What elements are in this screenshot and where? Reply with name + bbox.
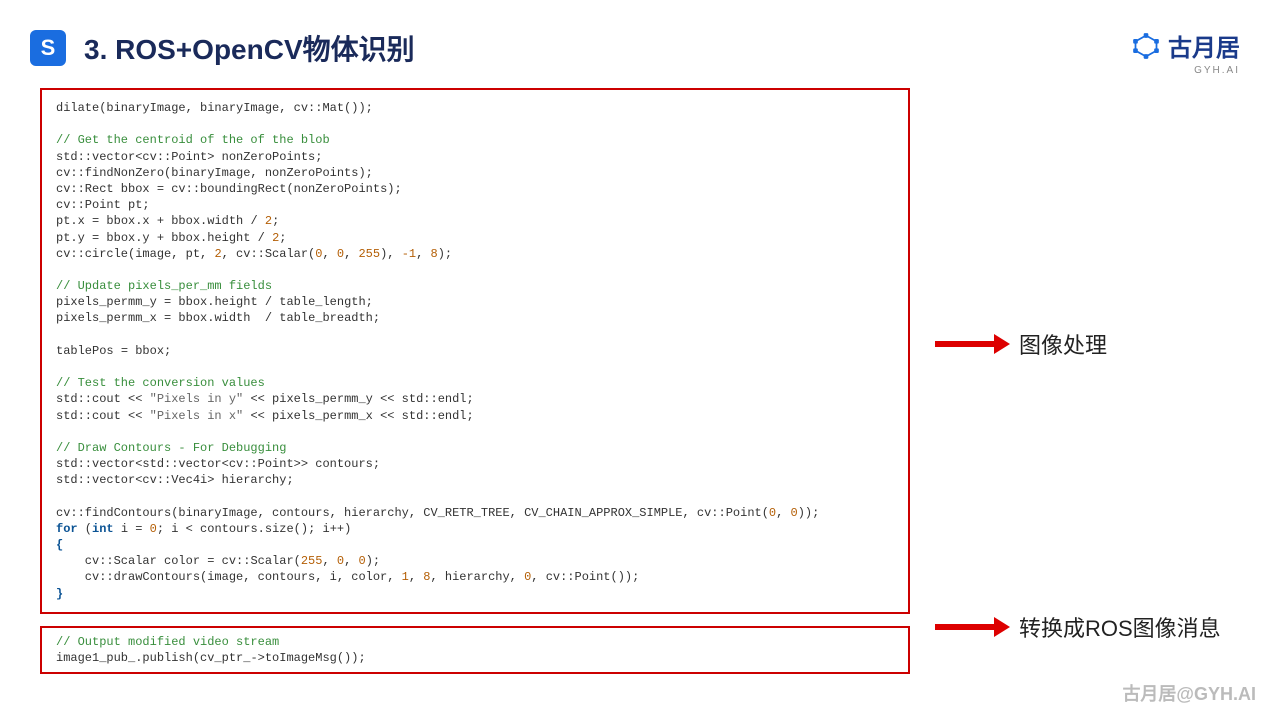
brand-icon [1132, 32, 1160, 60]
code-block-ros-publish: // Output modified video stream image1_p… [40, 626, 910, 674]
arrow-icon [935, 341, 995, 347]
annotation-label-1: 图像处理 [1019, 328, 1107, 360]
watermark: 古月居@GYH.AI [1122, 680, 1256, 706]
brand-subtitle: GYH.AI [1132, 65, 1240, 76]
brand-block: 古月居 GYH.AI [1132, 28, 1240, 76]
code-text-1: dilate(binaryImage, binaryImage, cv::Mat… [56, 100, 894, 602]
annotation-label-2: 转换成ROS图像消息 [1019, 611, 1221, 643]
logo-icon: S [30, 30, 66, 66]
arrow-icon [935, 624, 995, 630]
code-block-image-processing: dilate(binaryImage, binaryImage, cv::Mat… [40, 88, 910, 614]
page-title: 3. ROS+OpenCV物体识别 [84, 28, 415, 68]
brand-name: 古月居 [1168, 28, 1240, 63]
code-text-2: // Output modified video stream image1_p… [56, 634, 894, 666]
annotation-ros-message: 转换成ROS图像消息 [935, 611, 1221, 643]
annotation-image-processing: 图像处理 [935, 328, 1107, 360]
